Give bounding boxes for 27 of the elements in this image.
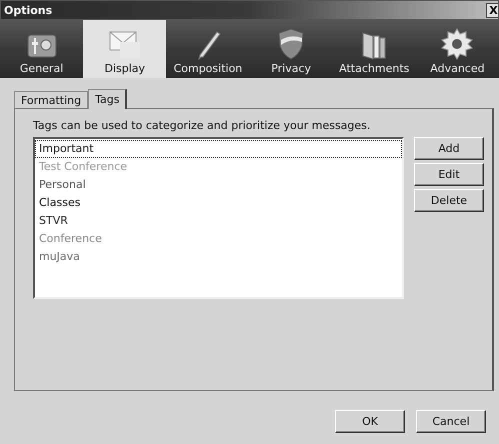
toolbar-button[interactable]: Attachments: [332, 20, 416, 78]
toolbar-button[interactable]: Display: [83, 20, 166, 78]
tag-item[interactable]: Classes: [35, 194, 402, 212]
toolbar-button[interactable]: Composition: [166, 20, 250, 78]
tag-item[interactable]: Conference: [35, 230, 402, 248]
envelope-text-icon: [108, 30, 142, 60]
control-panel-icon: [26, 32, 58, 60]
gear-icon: [441, 28, 474, 60]
toolbar-button[interactable]: General: [0, 20, 84, 78]
window-title: Options: [4, 4, 52, 16]
tab[interactable]: Formatting: [14, 91, 88, 108]
tag-item[interactable]: muJava: [35, 248, 402, 266]
tag-item[interactable]: Personal: [35, 176, 402, 194]
tag-item[interactable]: STVR: [35, 212, 402, 230]
tab[interactable]: Tags: [88, 89, 128, 109]
folder-icon: [360, 30, 388, 60]
tag-item[interactable]: Important: [35, 140, 402, 158]
dialog-button[interactable]: OK: [335, 410, 405, 433]
tag-action-button[interactable]: Add: [414, 137, 484, 160]
tag-action-button[interactable]: Edit: [414, 163, 484, 186]
shield-icon: [277, 28, 306, 60]
description: Tags can be used to categorize and prioritize your messages.: [33, 119, 372, 132]
close-button[interactable]: X: [486, 2, 498, 18]
toolbar-button[interactable]: Privacy: [250, 20, 333, 78]
tag-action-button[interactable]: Delete: [414, 189, 484, 212]
dialog-button[interactable]: Cancel: [416, 410, 486, 433]
toolbar-button[interactable]: Advanced: [416, 20, 499, 78]
